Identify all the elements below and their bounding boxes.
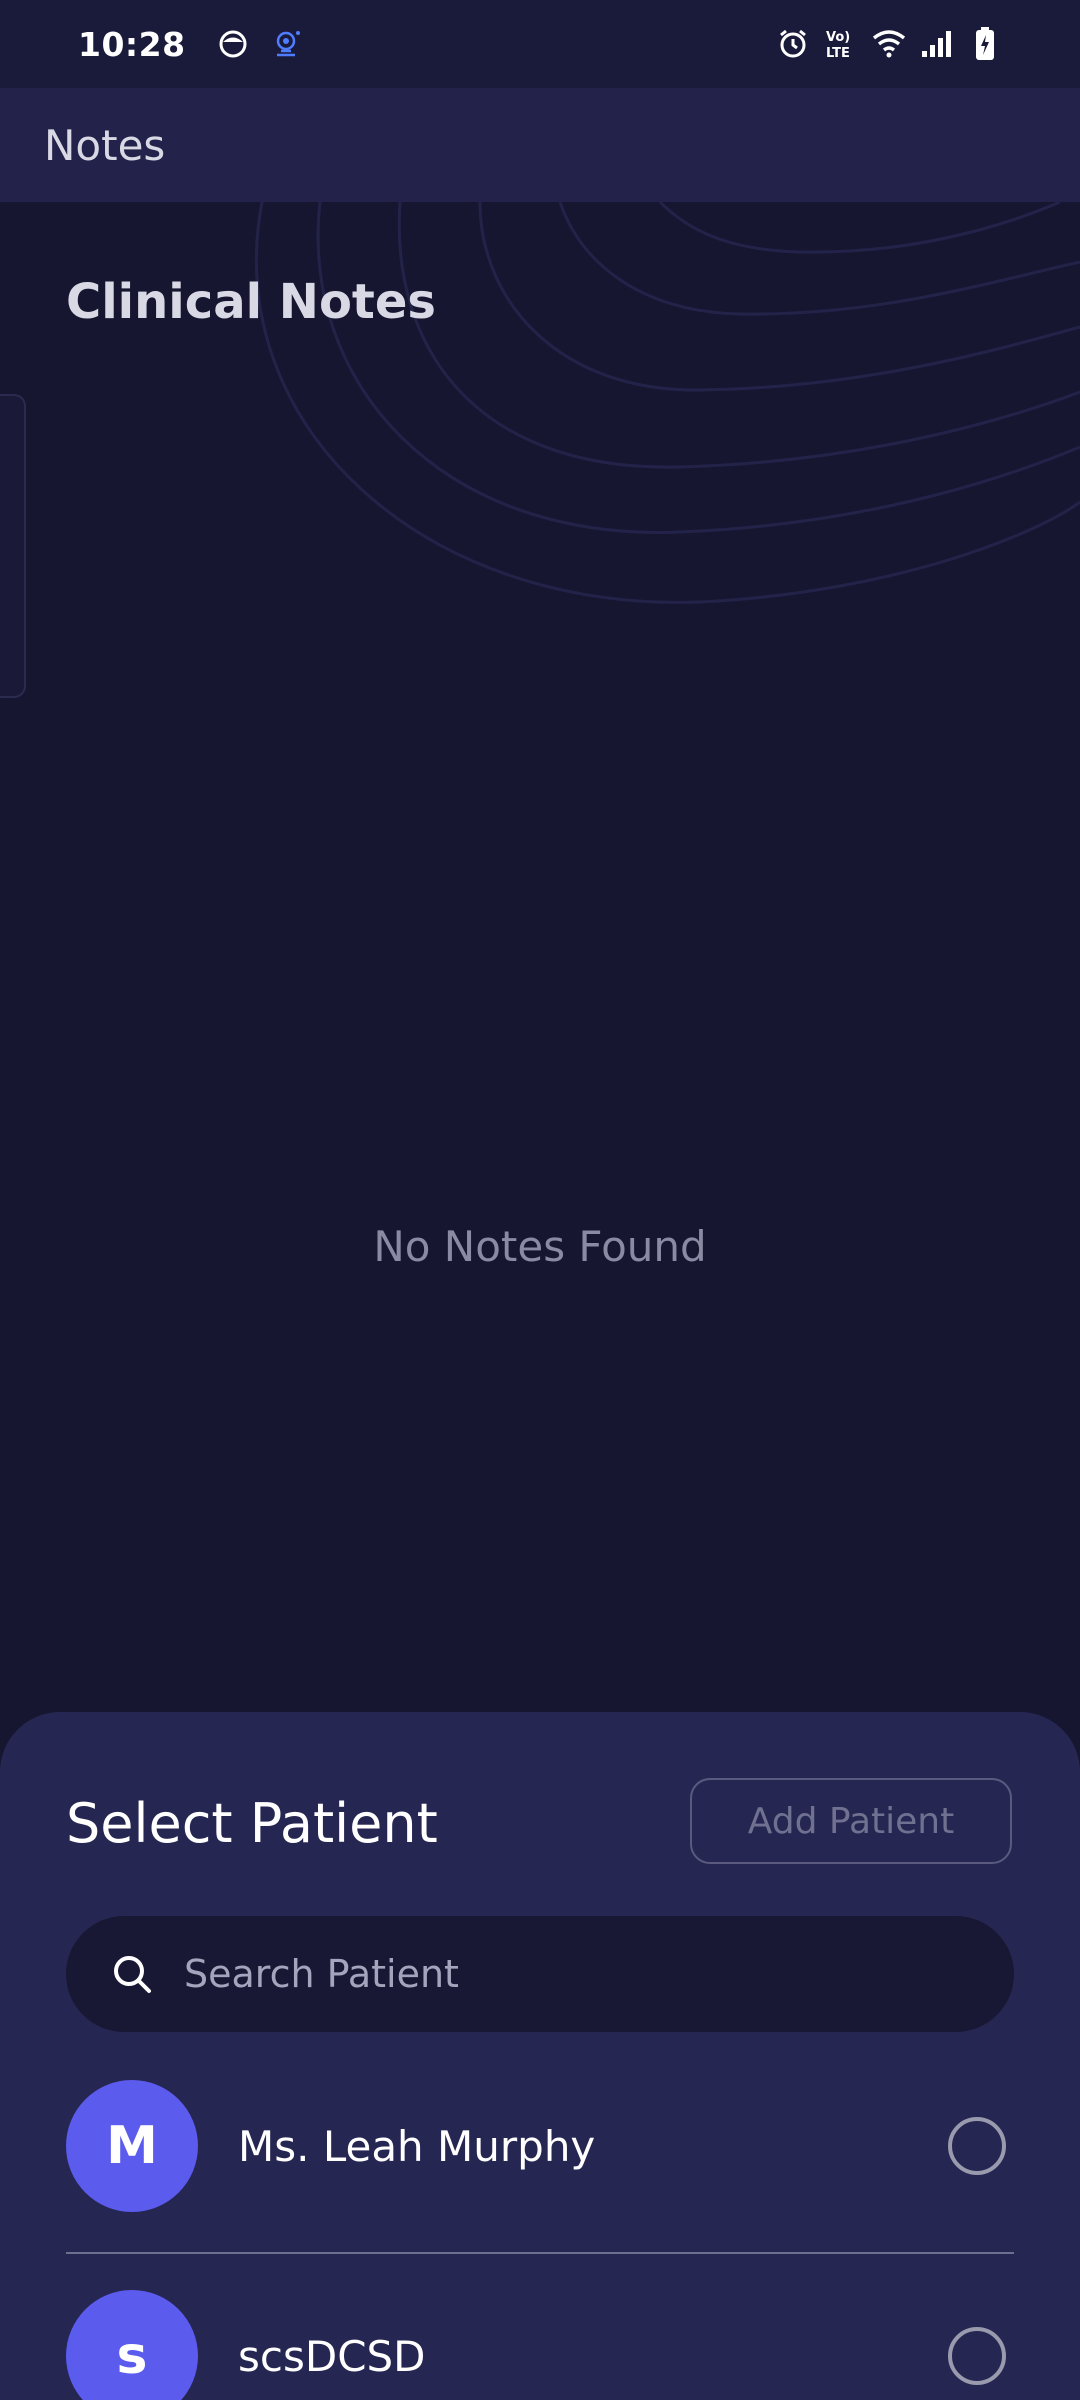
select-patient-sheet: Select Patient Add Patient M Ms. Leah Mu… — [0, 1712, 1080, 2400]
contour-background-decoration — [255, 202, 1080, 604]
cast-icon — [270, 27, 304, 61]
volte-top-text: Vo) — [826, 30, 850, 45]
patient-name: scsDCSD — [238, 2331, 426, 2381]
side-drawer-handle[interactable] — [0, 394, 26, 698]
patient-radio-button[interactable] — [948, 2327, 1006, 2385]
patient-row[interactable]: s scsDCSD — [66, 2290, 1014, 2400]
screen: 10:28 Vo) LTE Notes Clinical Notes No No… — [0, 0, 1080, 2400]
status-time: 10:28 — [78, 24, 186, 64]
status-right-icons: Vo) LTE — [776, 27, 1002, 61]
volte-icon: Vo) LTE — [824, 27, 858, 61]
battery-charging-icon — [968, 27, 1002, 61]
notes-content: Clinical Notes No Notes Found — [0, 202, 1080, 1712]
patient-row[interactable]: M Ms. Leah Murphy — [66, 2080, 1014, 2212]
add-patient-button[interactable]: Add Patient — [690, 1778, 1012, 1864]
app-bar: Notes — [0, 88, 1080, 202]
search-input[interactable] — [184, 1952, 944, 1996]
wifi-icon — [872, 27, 906, 61]
signal-icon — [920, 27, 954, 61]
status-left-icons — [216, 27, 304, 61]
sheet-title: Select Patient — [66, 1792, 438, 1855]
avatar: M — [66, 2080, 198, 2212]
section-title: Clinical Notes — [66, 274, 436, 330]
patient-name: Ms. Leah Murphy — [238, 2121, 596, 2171]
status-bar: 10:28 Vo) LTE — [0, 0, 1080, 88]
patient-radio-button[interactable] — [948, 2117, 1006, 2175]
app-face-icon — [216, 27, 250, 61]
volte-bottom-text: LTE — [826, 46, 850, 61]
list-divider — [66, 2252, 1014, 2254]
app-bar-title: Notes — [44, 120, 166, 170]
alarm-icon — [776, 27, 810, 61]
search-bar[interactable] — [66, 1916, 1014, 2032]
empty-state-message: No Notes Found — [373, 1222, 707, 1271]
avatar: s — [66, 2290, 198, 2400]
search-icon — [110, 1952, 154, 1996]
